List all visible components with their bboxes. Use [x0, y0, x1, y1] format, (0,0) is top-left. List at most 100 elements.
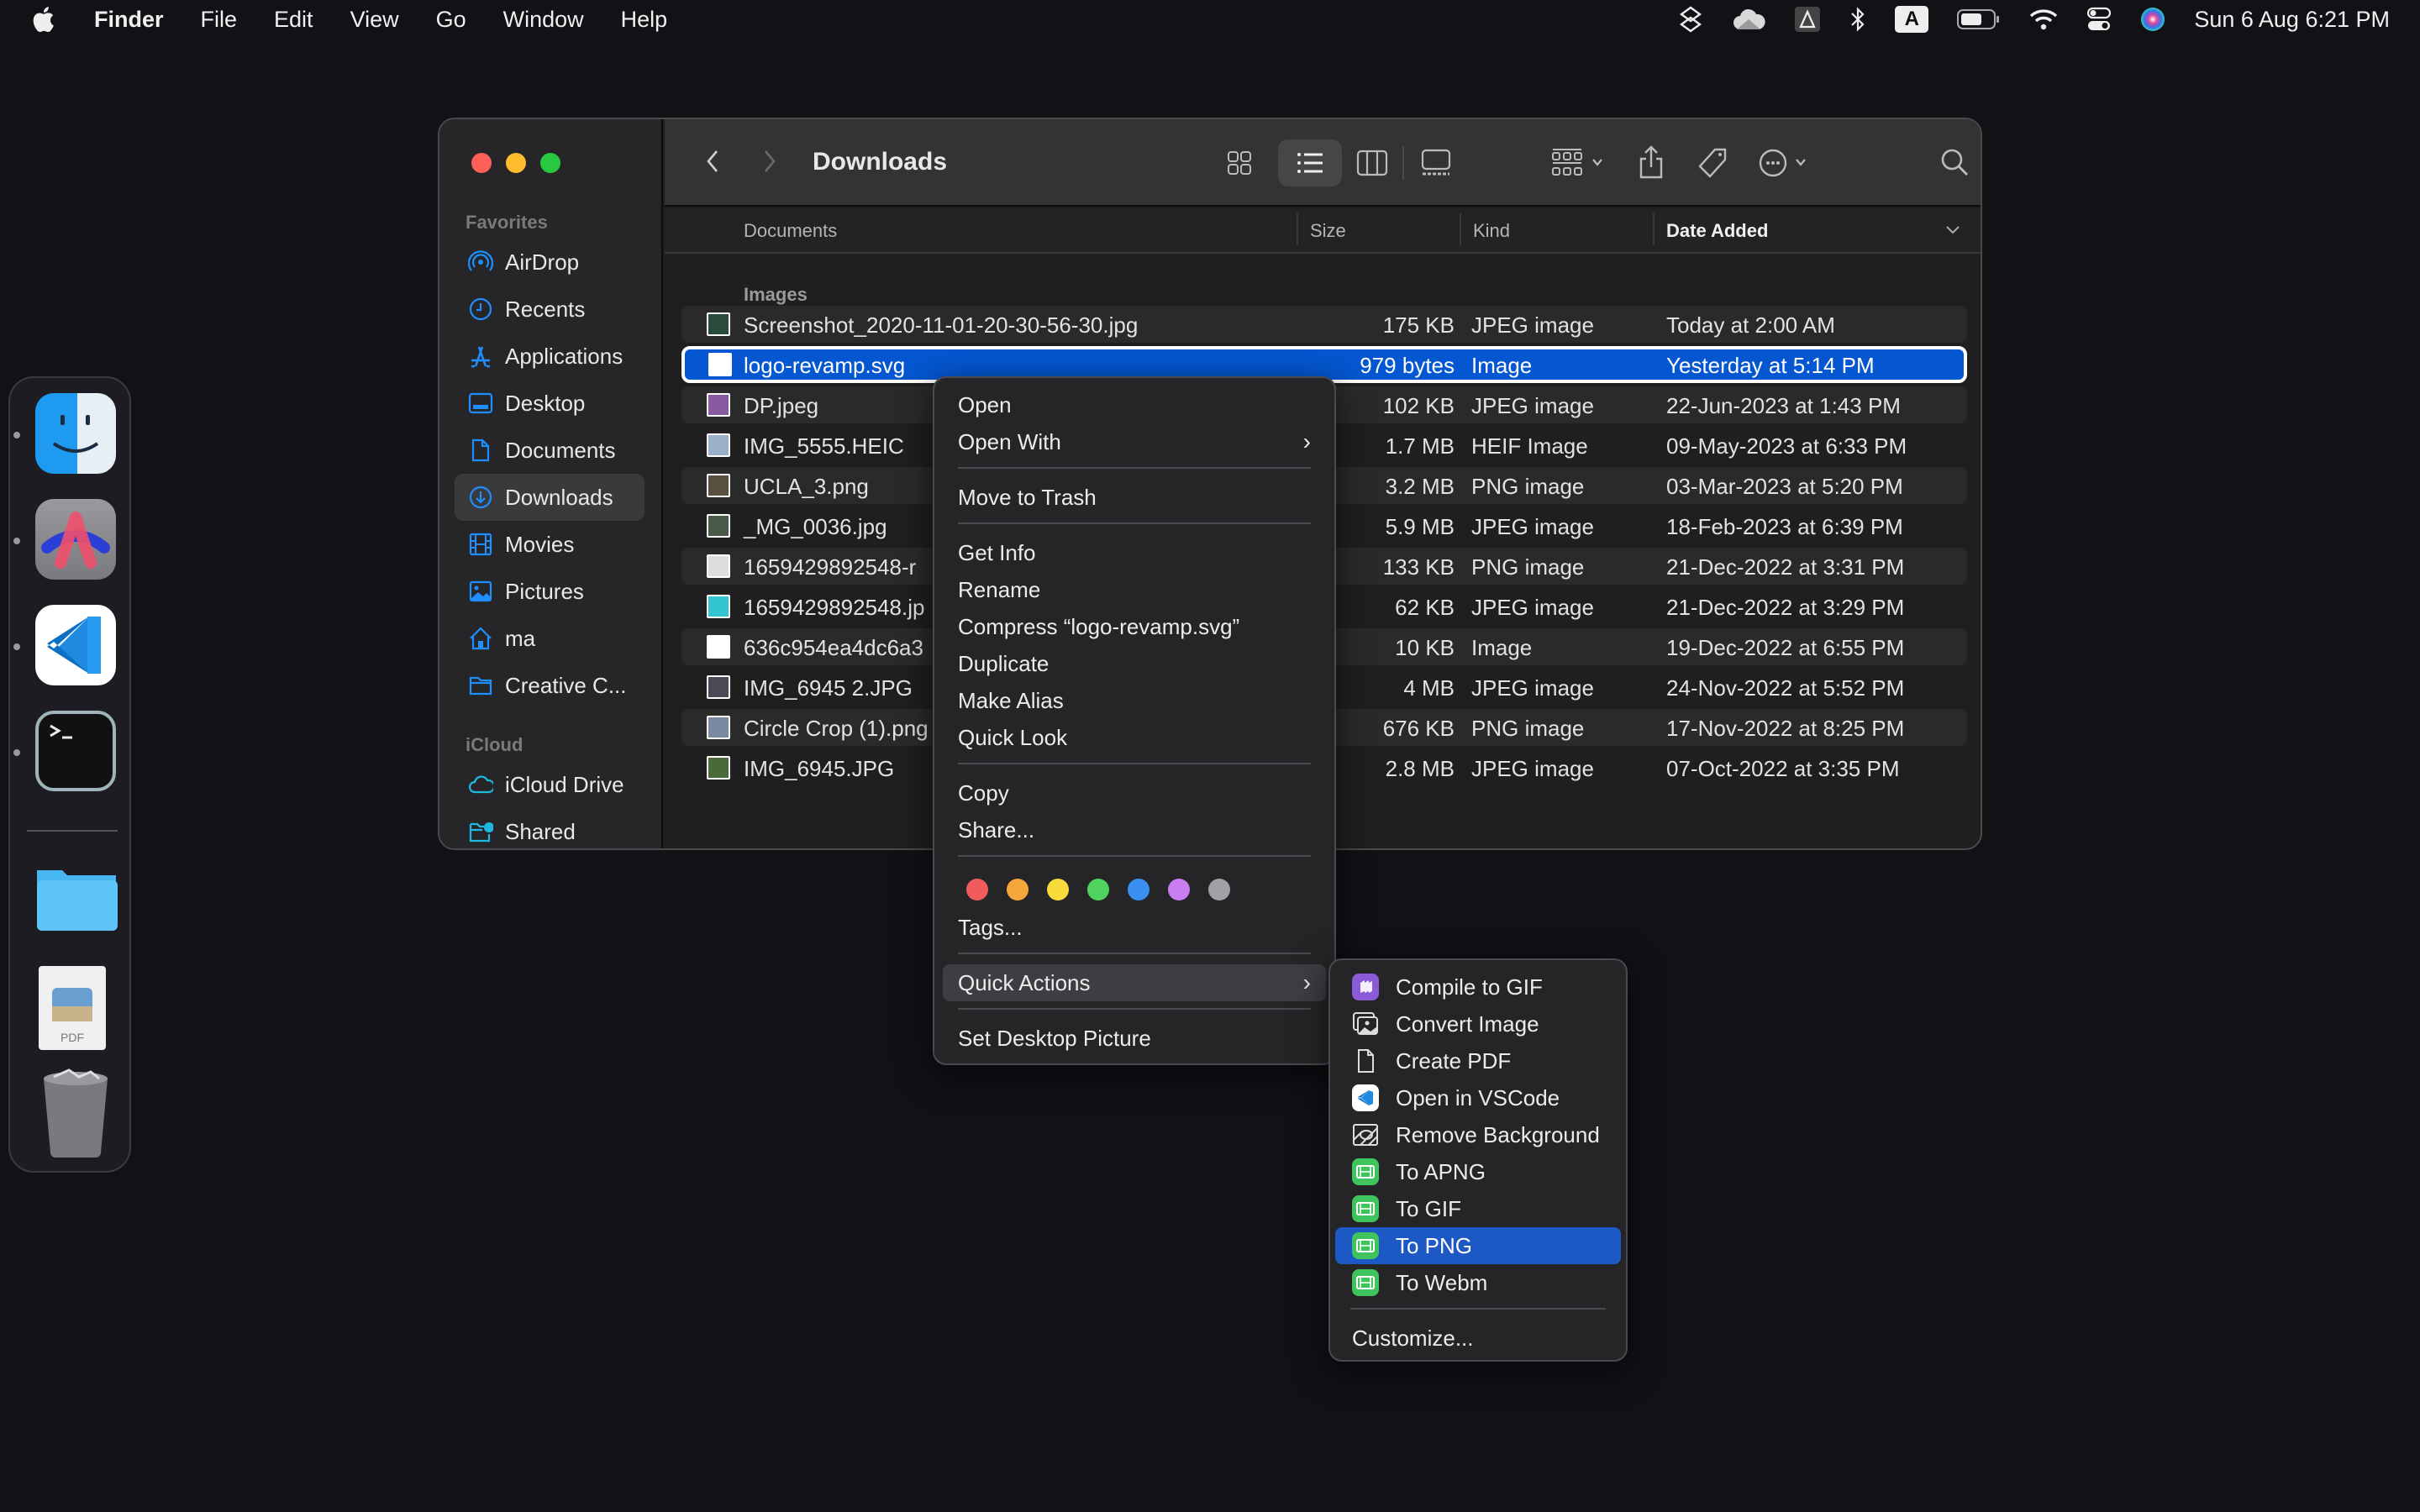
quick-action-to-apng[interactable]: To APNG: [1335, 1153, 1621, 1190]
tag-purple-button[interactable]: [1168, 879, 1190, 900]
dock-trash-icon[interactable]: [35, 1068, 116, 1158]
sidebar-item-downloads[interactable]: Downloads: [455, 474, 644, 521]
sidebar-item-home[interactable]: ma: [455, 615, 644, 662]
siri-icon[interactable]: [2140, 7, 2165, 32]
icon-view-button[interactable]: [1221, 144, 1258, 181]
menu-help[interactable]: Help: [621, 7, 668, 33]
menu-item-get-info[interactable]: Get Info: [943, 534, 1326, 571]
input-source-icon[interactable]: A: [1895, 6, 1929, 33]
gallery-view-button[interactable]: [1418, 144, 1455, 181]
apple-menu-icon[interactable]: [30, 6, 55, 33]
back-button[interactable]: [695, 144, 729, 178]
layers-icon[interactable]: [1678, 6, 1703, 33]
file-row[interactable]: Screenshot_2020-11-01-20-30-56-30.jpg 175…: [681, 306, 1967, 343]
cloud-icon[interactable]: [1732, 8, 1765, 31]
tag-blue-button[interactable]: [1128, 879, 1150, 900]
sort-chevron-down-icon[interactable]: [1945, 225, 1960, 235]
quick-action-to-gif[interactable]: To GIF: [1335, 1190, 1621, 1227]
column-date-added[interactable]: Date Added: [1666, 220, 1768, 242]
wifi-icon[interactable]: [2029, 8, 2058, 31]
menu-file[interactable]: File: [201, 7, 238, 33]
dock-finder-icon[interactable]: [35, 393, 116, 474]
drive-icon[interactable]: [1794, 6, 1821, 33]
tag-red-button[interactable]: [966, 879, 988, 900]
control-center-icon[interactable]: [2086, 7, 2112, 32]
sidebar-item-icloud-drive[interactable]: iCloud Drive: [455, 761, 644, 808]
column-name[interactable]: Documents: [744, 220, 837, 242]
dock-separator: [27, 830, 118, 832]
context-menu: Open Open With › Move to Trash Get Info R…: [933, 376, 1336, 1065]
sidebar-item-label: Shared: [505, 818, 576, 844]
menu-finder[interactable]: Finder: [94, 7, 164, 33]
menu-item-tags[interactable]: Tags...: [943, 909, 1326, 946]
menu-item-copy[interactable]: Copy: [943, 774, 1326, 811]
menu-item-rename[interactable]: Rename: [943, 571, 1326, 608]
sidebar-item-creative-cloud[interactable]: Creative C...: [455, 662, 644, 709]
file-thumbnail-icon: [707, 554, 730, 578]
document-icon: [468, 438, 493, 463]
close-button[interactable]: [471, 153, 492, 173]
tag-green-button[interactable]: [1087, 879, 1109, 900]
menu-view[interactable]: View: [350, 7, 399, 33]
menu-item-make-alias[interactable]: Make Alias: [943, 682, 1326, 719]
dock-terminal-icon[interactable]: [35, 711, 116, 791]
menu-item-compress[interactable]: Compress “logo-revamp.svg”: [943, 608, 1326, 645]
menu-item-share[interactable]: Share...: [943, 811, 1326, 848]
quick-action-to-webm[interactable]: To Webm: [1335, 1264, 1621, 1301]
file-size: 5.9 MB: [1385, 514, 1455, 539]
quick-action-to-png[interactable]: To PNG: [1335, 1227, 1621, 1264]
group-by-button[interactable]: [1547, 143, 1616, 183]
quick-action-create-pdf[interactable]: Create PDF: [1335, 1042, 1621, 1079]
menu-go[interactable]: Go: [436, 7, 466, 33]
sidebar-item-airdrop[interactable]: AirDrop: [455, 239, 644, 286]
sidebar-item-recents[interactable]: Recents: [455, 286, 644, 333]
dock-vscode-icon[interactable]: [35, 605, 116, 685]
sidebar-item-applications[interactable]: Applications: [455, 333, 644, 380]
bluetooth-icon[interactable]: [1849, 6, 1866, 33]
tag-yellow-button[interactable]: [1047, 879, 1069, 900]
quick-action-open-in-vscode[interactable]: Open in VSCode: [1335, 1079, 1621, 1116]
list-view-button[interactable]: [1278, 139, 1342, 186]
sidebar-item-desktop[interactable]: Desktop: [455, 380, 644, 427]
column-separator[interactable]: [1460, 213, 1461, 245]
battery-icon[interactable]: [1957, 8, 2001, 30]
menu-item-customize[interactable]: Customize...: [1339, 1320, 1618, 1357]
dock-folder-icon[interactable]: [35, 857, 118, 937]
search-button[interactable]: [1937, 143, 1974, 183]
sidebar-item-pictures[interactable]: Pictures: [455, 568, 644, 615]
sidebar-item-movies[interactable]: Movies: [455, 521, 644, 568]
menu-item-quick-look[interactable]: Quick Look: [943, 719, 1326, 756]
menu-window[interactable]: Window: [503, 7, 584, 33]
quick-action-convert-image[interactable]: Convert Image: [1335, 1005, 1621, 1042]
clock[interactable]: Sun 6 Aug 6:21 PM: [2194, 7, 2390, 33]
column-separator[interactable]: [1297, 213, 1298, 245]
dock-arc-icon[interactable]: [35, 499, 116, 580]
menu-item-open-with[interactable]: Open With ›: [943, 423, 1326, 460]
column-kind[interactable]: Kind: [1473, 220, 1510, 242]
menu-item-move-to-trash[interactable]: Move to Trash: [943, 479, 1326, 516]
column-separator[interactable]: [1653, 213, 1655, 245]
forward-button[interactable]: [754, 144, 787, 178]
more-actions-button[interactable]: [1757, 143, 1821, 183]
quick-action-compile-to-gif[interactable]: Compile to GIF: [1335, 969, 1621, 1005]
menu-item-set-desktop-picture[interactable]: Set Desktop Picture: [943, 1020, 1326, 1057]
menu-item-quick-actions[interactable]: Quick Actions ›: [943, 964, 1326, 1001]
menu-item-duplicate[interactable]: Duplicate: [943, 645, 1326, 682]
quick-action-remove-background[interactable]: Remove Background: [1335, 1116, 1621, 1153]
sidebar-item-shared[interactable]: Shared: [455, 808, 644, 848]
tag-gray-button[interactable]: [1208, 879, 1230, 900]
file-name: Circle Crop (1).png: [744, 716, 929, 741]
menu-item-open[interactable]: Open: [943, 386, 1326, 423]
dock-pdf-document-icon[interactable]: PDF: [39, 966, 106, 1050]
column-view-button[interactable]: [1354, 144, 1391, 181]
sidebar-item-documents[interactable]: Documents: [455, 427, 644, 474]
column-size[interactable]: Size: [1310, 220, 1346, 242]
zoom-button[interactable]: [540, 153, 560, 173]
tag-orange-button[interactable]: [1007, 879, 1028, 900]
minimize-button[interactable]: [506, 153, 526, 173]
tags-button[interactable]: [1695, 143, 1732, 183]
share-button[interactable]: [1634, 141, 1668, 183]
file-date-added: Yesterday at 5:14 PM: [1666, 353, 1875, 378]
menu-edit[interactable]: Edit: [274, 7, 313, 33]
file-kind: Image: [1471, 635, 1533, 660]
